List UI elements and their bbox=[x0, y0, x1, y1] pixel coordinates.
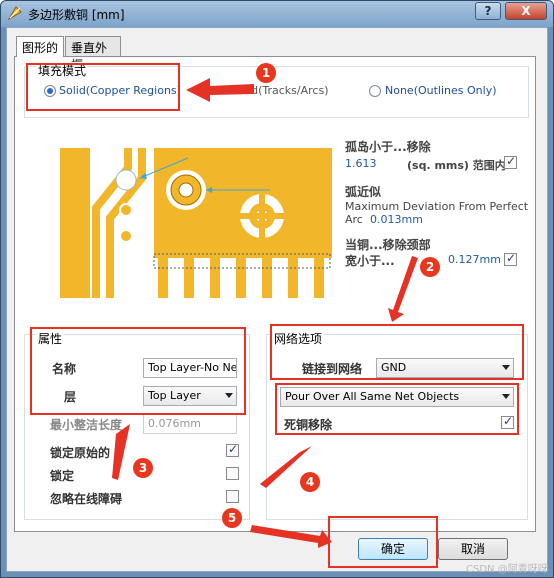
tab-graphic[interactable]: 图形的 bbox=[16, 36, 64, 57]
watermark: CSDN @阿青呀呀 bbox=[466, 564, 548, 575]
annotation-badge-4: 4 bbox=[300, 472, 320, 492]
annotation-badge-5: 5 bbox=[222, 508, 242, 528]
annotation-badge-3: 3 bbox=[133, 458, 153, 478]
annotation-arrows bbox=[112, 78, 418, 548]
annotation-badge-1: 1 bbox=[256, 63, 276, 83]
annotation-badge-2: 2 bbox=[420, 257, 440, 277]
